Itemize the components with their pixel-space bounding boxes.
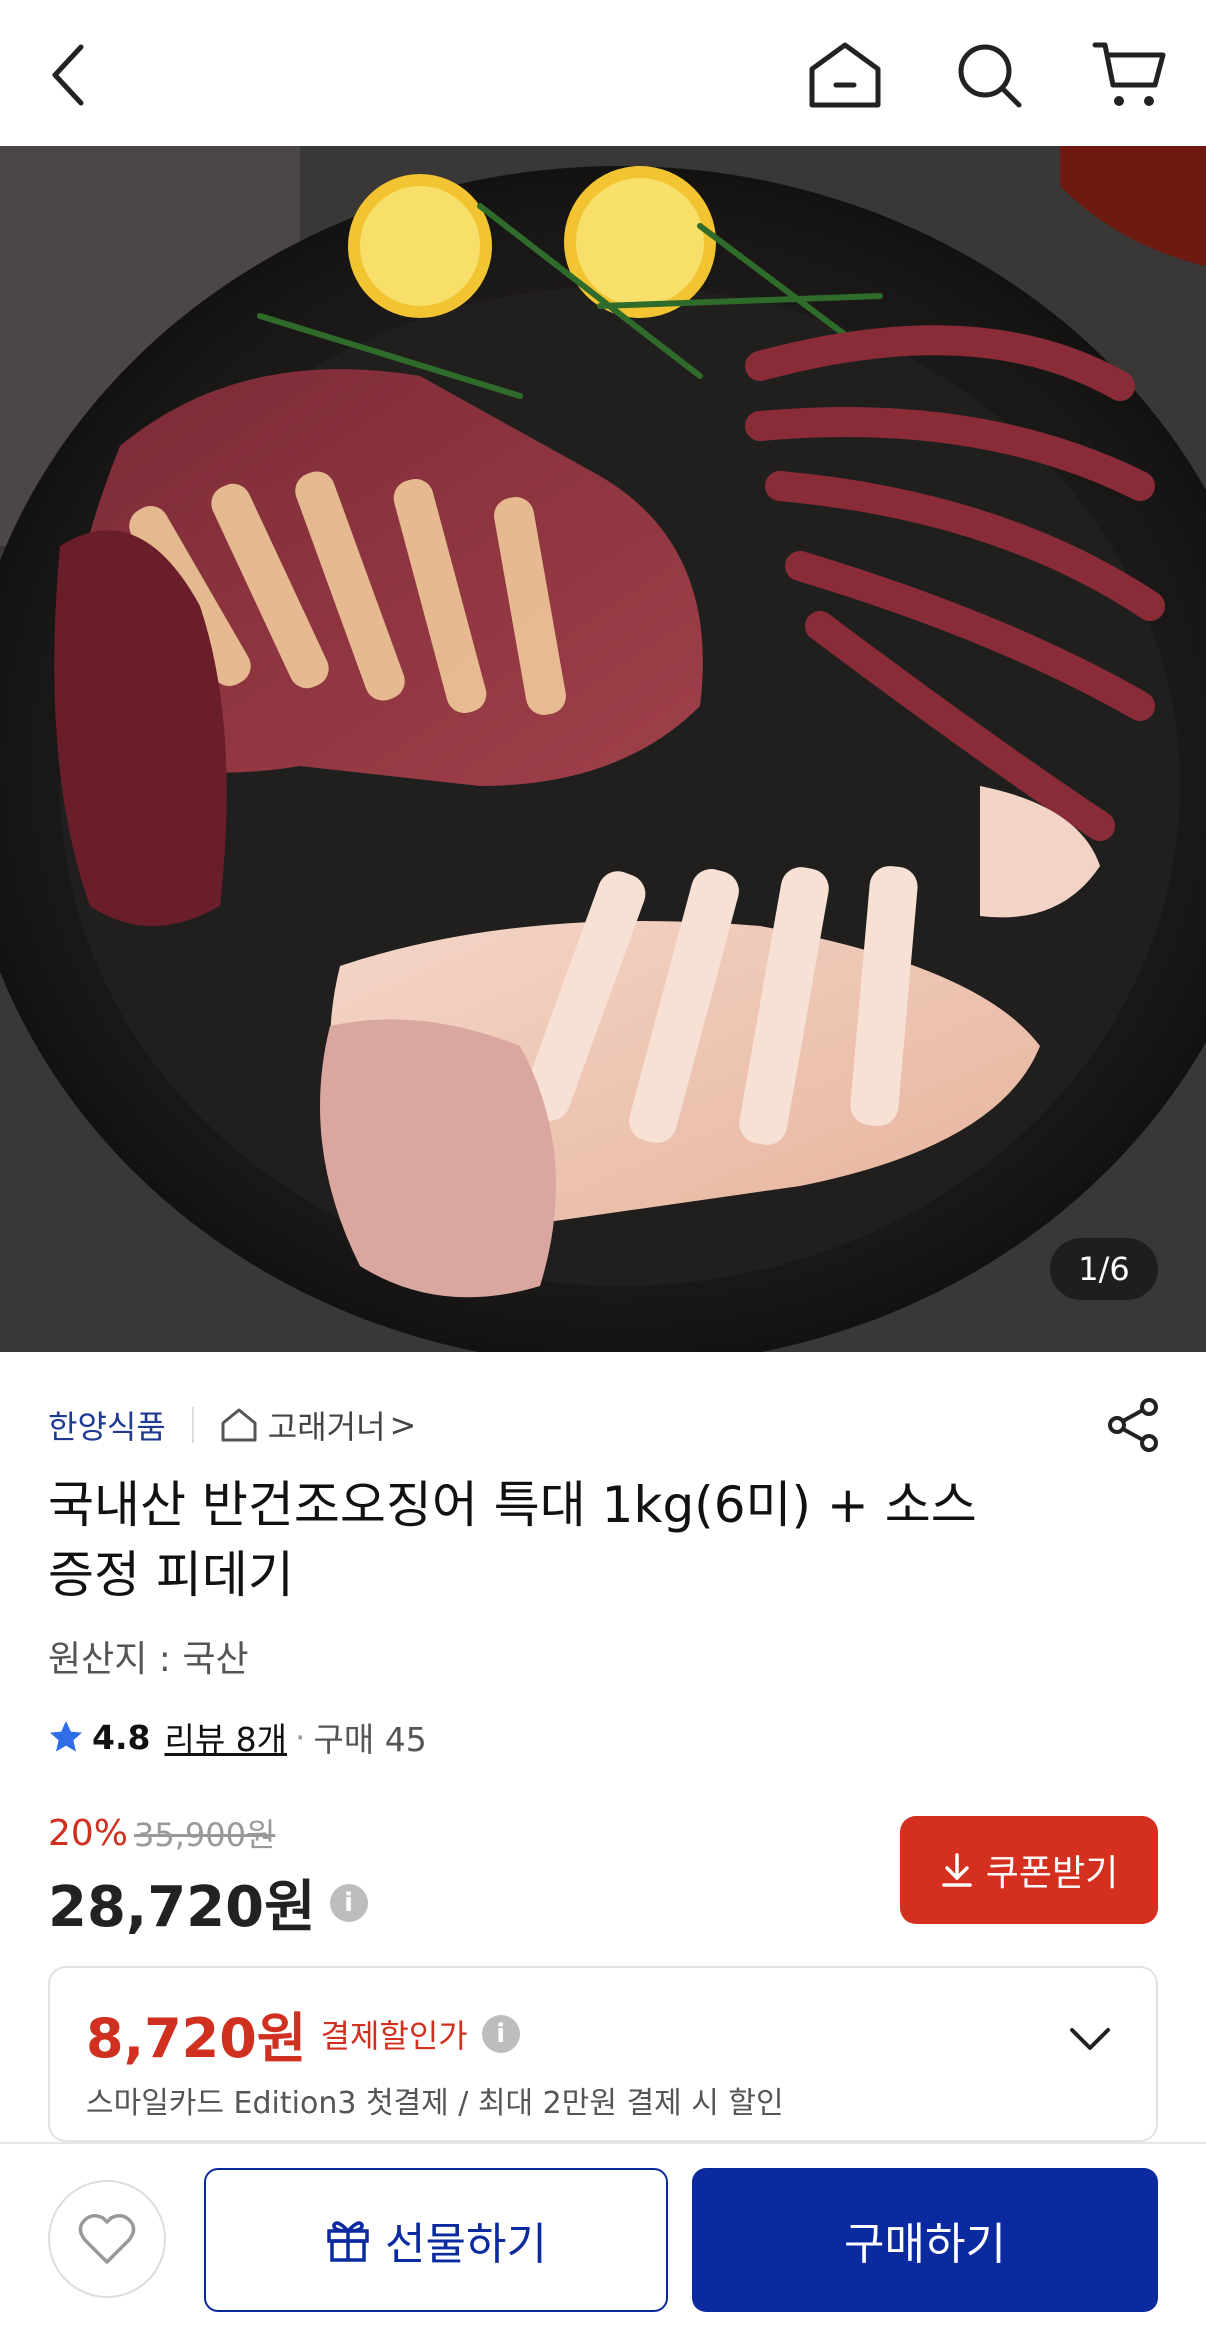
shop-home-icon [220,1407,258,1443]
shop-link[interactable]: 고래거너 > [220,1402,417,1448]
cart-icon[interactable] [1084,30,1174,120]
star-icon [48,1719,84,1755]
home-icon[interactable] [800,30,890,120]
store-row: 한양식품 고래거너 > [48,1400,416,1450]
buy-button-label: 구매하기 [844,2219,1006,2270]
product-title-line1: 국내산 반건조오징어 특대 1kg(6미) + 소스 [48,1476,977,1534]
gift-icon [325,2217,371,2263]
rating-row: 4.8 리뷰 8개 · 구매 45 [48,1712,427,1762]
search-icon[interactable] [944,30,1034,120]
wishlist-button[interactable] [48,2180,166,2298]
shop-arrow: > [389,1406,417,1444]
bottom-action-bar: 선물하기 구매하기 [0,2142,1206,2336]
card-discount-description: 스마일카드 Edition3 첫결제 / 최대 2만원 결제 시 할인 [86,2086,784,2121]
back-icon[interactable] [24,30,114,120]
discount-percent: 20% [48,1812,129,1854]
gift-button-label: 선물하기 [385,2219,547,2270]
reviews-link[interactable]: 리뷰 8개 [164,1713,287,1761]
card-discount-top: 8,720원 결제할인가 i [86,1994,520,2073]
product-photo-illustration [0,146,1206,1352]
shop-name: 고래거너 [267,1408,386,1446]
gift-button[interactable]: 선물하기 [204,2168,668,2312]
discount-row: 20% 35,900원 [48,1810,275,1856]
divider [191,1407,194,1443]
original-price: 35,900원 [134,1816,276,1854]
download-icon [940,1852,974,1888]
product-title: 국내산 반건조오징어 특대 1kg(6미) + 소스 증정 피데기 [48,1470,1128,1610]
card-discount-label: 결제할인가 [320,2016,468,2055]
product-image[interactable] [0,146,1206,1352]
info-icon[interactable]: i [481,2014,520,2053]
separator-dot: · [295,1717,306,1757]
heart-icon [77,2212,137,2266]
coupon-button[interactable]: 쿠폰받기 [900,1816,1158,1924]
seller-name[interactable]: 한양식품 [48,1402,166,1448]
origin-text: 원산지 : 국산 [48,1639,249,1680]
rating-value: 4.8 [92,1717,151,1757]
price-row: 28,720원 i [48,1862,368,1943]
share-icon[interactable] [1100,1392,1166,1458]
top-navigation [0,0,1206,146]
product-title-line2: 증정 피데기 [48,1546,294,1604]
coupon-button-label: 쿠폰받기 [985,1853,1119,1894]
purchase-count: 구매 45 [313,1720,427,1759]
info-icon[interactable]: i [329,1883,368,1922]
image-counter: 1/6 [1050,1238,1158,1300]
sale-price: 28,720원 [48,1875,316,1940]
card-discount-panel[interactable]: 8,720원 결제할인가 i 스마일카드 Edition3 첫결제 / 최대 2… [48,1966,1158,2142]
card-discount-price: 8,720원 [86,2007,307,2070]
buy-button[interactable]: 구매하기 [692,2168,1158,2312]
chevron-down-icon[interactable] [1068,2026,1112,2058]
